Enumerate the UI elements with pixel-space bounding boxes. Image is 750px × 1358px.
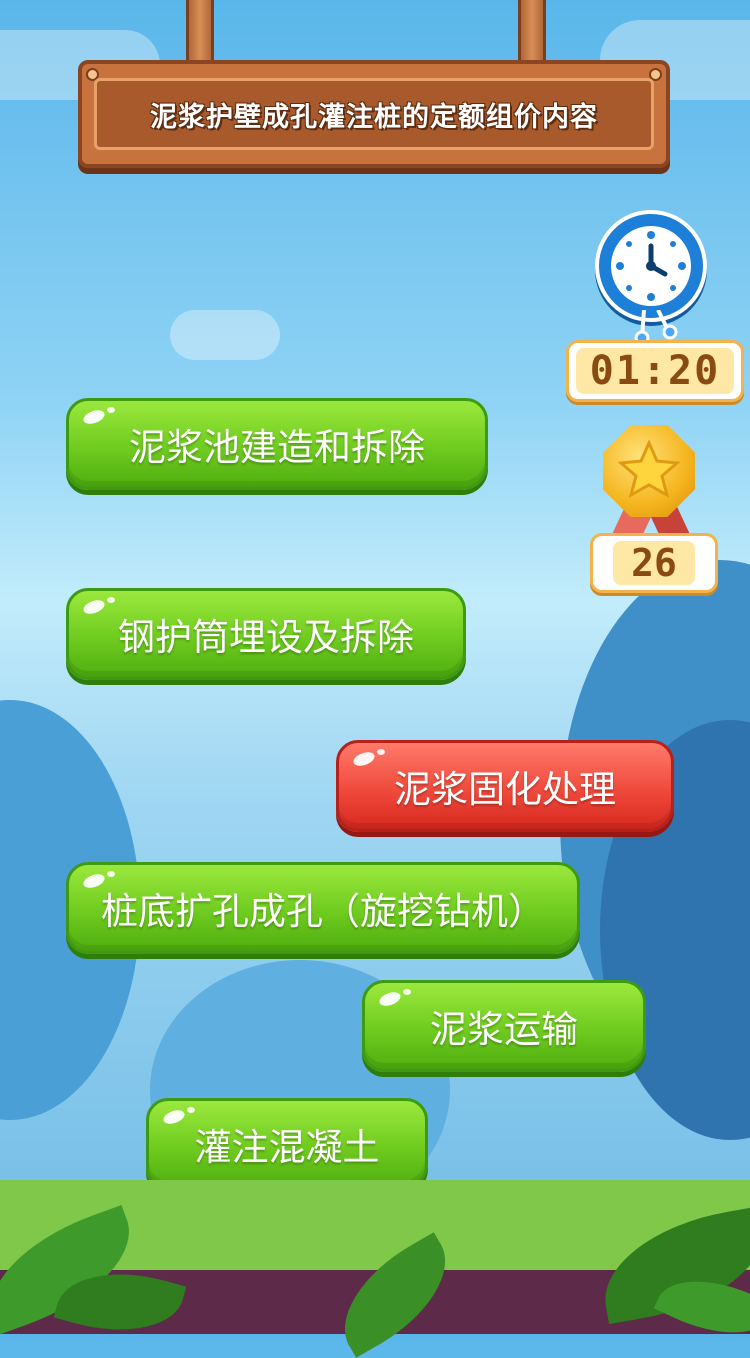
alarm-clock-icon <box>595 210 707 322</box>
medal-icon <box>603 425 695 517</box>
title-sign: 泥浆护壁成孔灌注桩的定额组价内容 <box>78 60 670 168</box>
option-button[interactable]: 泥浆运输 <box>362 980 646 1072</box>
score-widget: 26 <box>588 425 718 593</box>
option-label: 桩底扩孔成孔（旋挖钻机） <box>101 890 545 933</box>
option-label: 泥浆池建造和拆除 <box>129 426 425 469</box>
score-value: 26 <box>613 541 695 585</box>
option-label: 灌注混凝土 <box>194 1126 380 1169</box>
score-display: 26 <box>590 533 718 593</box>
option-label: 钢护筒埋设及拆除 <box>118 616 414 659</box>
option-label: 泥浆固化处理 <box>394 768 616 811</box>
option-label: 泥浆运输 <box>430 1008 578 1051</box>
question-title: 泥浆护壁成孔灌注桩的定额组价内容 <box>150 101 598 133</box>
option-button[interactable]: 泥浆池建造和拆除 <box>66 398 488 490</box>
option-button-selected-wrong[interactable]: 泥浆固化处理 <box>336 740 674 832</box>
option-button[interactable]: 灌注混凝土 <box>146 1098 428 1190</box>
option-button[interactable]: 钢护筒埋设及拆除 <box>66 588 466 680</box>
timer-widget: 01:20 <box>560 210 745 402</box>
option-button[interactable]: 桩底扩孔成孔（旋挖钻机） <box>66 862 580 954</box>
timer-display: 01:20 <box>566 340 744 402</box>
timer-value: 01:20 <box>575 348 735 394</box>
